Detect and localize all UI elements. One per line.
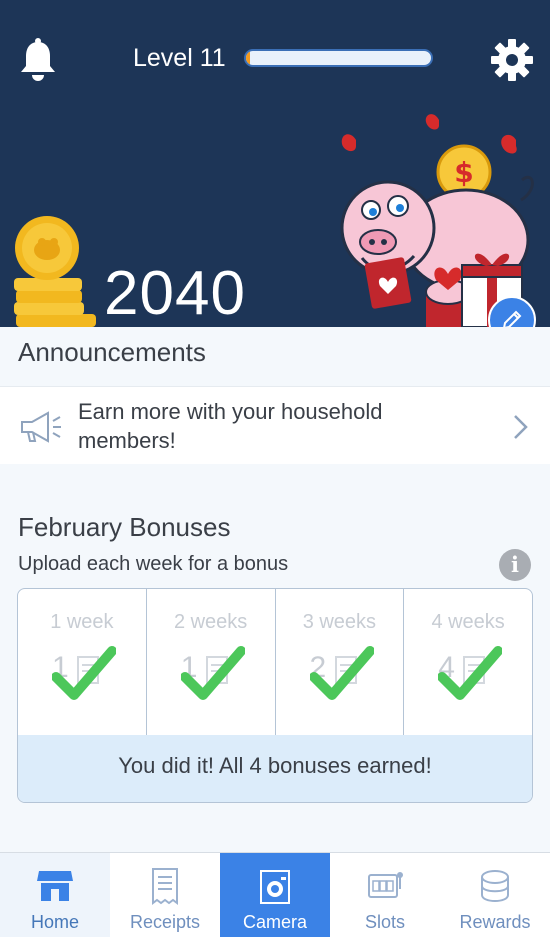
nav-receipts[interactable]: Receipts [110,853,220,937]
nav-label: Slots [364,912,406,932]
receipt-icon [152,868,178,905]
bonus-weeks: 1 week 1 2 weeks 1 3 weeks 2 4 weeks 4 [18,589,532,735]
announcement-item[interactable]: Earn more with your household members! [0,386,550,464]
bonus-week: 3 weeks 2 [276,589,405,735]
week-label: 3 weeks [302,611,377,633]
nav-label: Receipts [129,912,201,932]
announcements-title: Announcements [18,337,206,367]
nav-home[interactable]: Home [0,853,110,937]
coins-icon [481,870,509,902]
svg-text:$: $ [454,156,473,189]
checkmark-icon [438,646,503,700]
nav-label: Rewards [459,912,531,932]
bonus-week: 1 week 1 [18,589,147,735]
week-label: 4 weeks [431,611,505,633]
bonus-week: 4 weeks 4 [404,589,532,735]
info-icon[interactable]: i [499,549,531,581]
piggy-bank-illustration: $ [340,114,534,327]
bonus-week: 2 weeks 1 [147,589,276,735]
chevron-right-icon [514,415,528,439]
level-progress-bar [244,49,433,67]
level-label: Level 11 [133,44,226,72]
level-progress-fill [246,51,250,65]
nav-rewards[interactable]: Rewards [440,853,550,937]
checkmark-icon [309,646,374,700]
checkmark-icon [180,646,245,700]
bonuses-title: February Bonuses [18,512,231,542]
coin-stack-icon [14,216,96,327]
megaphone-icon [21,411,61,443]
nav-label: Home [30,912,79,932]
app-screen: Level 11 2040 $ Announcements Earn more … [0,0,550,937]
bonuses-subtitle: Upload each week for a bonus [18,553,289,575]
bell-icon[interactable] [18,38,58,82]
nav-slots[interactable]: Slots [330,853,440,937]
checkmark-icon [52,646,116,700]
points-balance: 2040 [104,259,246,327]
week-label: 1 week [50,611,114,633]
bonus-status-banner: You did it! All 4 bonuses earned! [18,735,532,802]
nav-label: Camera [242,912,308,932]
slots-icon [368,872,403,898]
announcement-text: Earn more with your household members! [78,399,383,453]
pencil-icon [503,310,522,327]
home-icon [37,871,73,901]
bottom-nav: Home Receipts Camera Slots Rewards [0,852,550,937]
week-label: 2 weeks [173,611,248,633]
header: Level 11 2040 $ [0,0,550,327]
camera-icon [260,870,290,904]
bonus-progress-card: 1 week 1 2 weeks 1 3 weeks 2 4 weeks 4 Y… [17,588,533,803]
nav-camera[interactable]: Camera [220,853,330,937]
gear-icon[interactable] [490,38,534,82]
